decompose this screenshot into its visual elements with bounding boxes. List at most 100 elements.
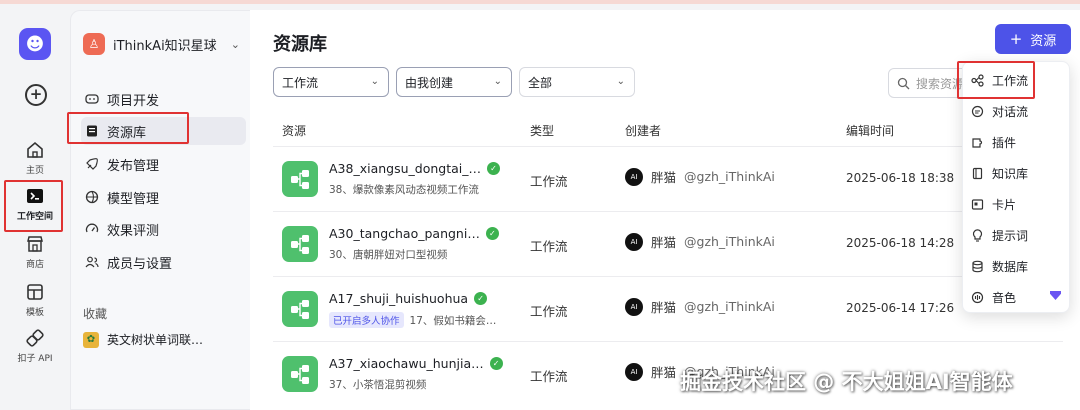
space-switcher[interactable]: ♙ iThinkAi知识星球 ⌄	[83, 33, 240, 55]
top-accent-line	[0, 0, 1080, 4]
rail-item-store[interactable]: 商店	[0, 234, 70, 270]
search-input[interactable]: 搜索资源	[888, 68, 968, 98]
favorite-item[interactable]: ✿ 英文树状单词联…	[83, 331, 203, 348]
chevron-down-icon: ⌄	[230, 37, 240, 51]
published-check-icon: ✓	[489, 357, 503, 370]
rail-item-api[interactable]: 扣子 API	[0, 328, 70, 364]
resource-edit-time: 2025-06-18 14:28	[846, 236, 955, 250]
avatar: AI	[625, 362, 643, 381]
workflow-thumbnail-icon	[282, 356, 318, 392]
table-row[interactable]: A38_xiangsu_dongtai_… ✓ 38、爆款像素风动态视频工作流 工…	[273, 147, 1063, 211]
watermark: 掘金技术社区 @ 不大姐姐AI智能体	[680, 370, 1013, 394]
api-icon	[26, 329, 44, 347]
status-filter-select[interactable]: 全部 ⌄	[519, 67, 635, 97]
chevron-down-icon: ⌄	[493, 76, 502, 87]
type-filter-value: 工作流	[282, 75, 319, 90]
card-icon	[971, 198, 984, 210]
creator-filter-value: 由我创建	[405, 75, 454, 90]
gauge-icon	[85, 223, 99, 233]
type-filter-select[interactable]: 工作流 ⌄	[273, 67, 389, 97]
resource-type: 工作流	[530, 239, 568, 254]
add-resource-button[interactable]: + 资源	[995, 24, 1071, 54]
favorites-title: 收藏	[83, 307, 108, 321]
menu-item-knowledge[interactable]: 知识库	[963, 159, 1071, 187]
resource-desc: 38、爆款像素风动态视频工作流	[329, 184, 479, 196]
nav-item-models[interactable]: 模型管理	[81, 183, 246, 211]
chatflow-icon	[971, 105, 984, 117]
nav-label: 发布管理	[107, 158, 160, 174]
table-row[interactable]: A30_tangchao_pangni… ✓ 30、唐朝胖妞对口型视频 工作流 A…	[273, 212, 1063, 276]
menu-item-prompt[interactable]: 提示词	[963, 221, 1071, 249]
members-icon	[85, 256, 99, 268]
resource-creator: AI 胖猫 @gzh_iThinkAi	[625, 297, 775, 316]
resource-name: A37_xiaochawu_hunjia… ✓	[329, 356, 503, 371]
nav-label: 效果评测	[107, 223, 160, 239]
nav-label: 成员与设置	[107, 256, 173, 272]
nav-item-projects[interactable]: 项目开发	[81, 85, 246, 113]
nav-item-publish[interactable]: 发布管理	[81, 150, 246, 178]
highlight-box-workspace	[4, 180, 63, 232]
nav-item-evaluation[interactable]: 效果评测	[81, 215, 246, 243]
menu-item-voice[interactable]: 音色	[963, 283, 1071, 311]
add-resource-label: 资源	[1030, 33, 1057, 49]
space-name: iThinkAi知识星球	[113, 38, 217, 54]
avatar: AI	[625, 167, 643, 186]
collab-badge: 已开启多人协作	[329, 312, 404, 328]
template-icon	[27, 284, 43, 300]
table-row[interactable]: A17_shuji_huishuohua ✓ 已开启多人协作 17、假如书籍会… 工…	[273, 277, 1063, 341]
avatar: AI	[625, 232, 643, 251]
premium-gem-icon	[1050, 291, 1061, 300]
nav-item-members[interactable]: 成员与设置	[81, 248, 246, 276]
create-plus-icon[interactable]: +	[25, 84, 47, 106]
column-header-creator[interactable]: 创建者	[625, 122, 661, 139]
resource-desc: 已开启多人协作 17、假如书籍会…	[329, 312, 496, 328]
plus-icon: +	[1009, 30, 1023, 48]
menu-label: 知识库	[992, 166, 1029, 181]
resource-type: 工作流	[530, 304, 568, 319]
menu-item-chatflow[interactable]: 对话流	[963, 97, 1071, 125]
resource-desc: 37、小茶悟混剪视频	[329, 379, 427, 391]
rail-item-home[interactable]: 主页	[0, 140, 70, 176]
resource-edit-time: 2025-06-14 17:26	[846, 301, 955, 315]
rocket-icon	[86, 158, 98, 170]
tree-icon: ✿	[83, 331, 99, 348]
plugin-icon	[972, 137, 983, 148]
column-header-resource[interactable]: 资源	[282, 122, 306, 139]
resource-type: 工作流	[530, 369, 568, 384]
menu-item-database[interactable]: 数据库	[963, 252, 1071, 280]
rail-label: 主页	[25, 166, 44, 176]
bulb-icon	[972, 228, 983, 242]
rail-label: 商店	[25, 260, 44, 270]
gamepad-icon	[85, 94, 99, 104]
creator-filter-select[interactable]: 由我创建 ⌄	[396, 67, 512, 97]
published-check-icon: ✓	[487, 162, 501, 175]
column-header-type[interactable]: 类型	[530, 122, 554, 139]
favorite-label: 英文树状单词联…	[107, 333, 204, 347]
resource-type: 工作流	[530, 174, 568, 189]
space-avatar-icon: ♙	[83, 33, 105, 55]
voice-icon	[971, 291, 984, 303]
menu-label: 音色	[992, 290, 1017, 305]
main-panel: 资源库 + 资源 工作流 ⌄ 由我创建 ⌄ 全部 ⌄ 搜索资源 资源 类型 创建…	[250, 10, 1080, 410]
resource-name: A17_shuji_huishuohua ✓	[329, 291, 488, 306]
resource-name: A30_tangchao_pangni… ✓	[329, 226, 499, 241]
published-check-icon: ✓	[474, 292, 488, 305]
status-filter-value: 全部	[528, 75, 553, 90]
workflow-thumbnail-icon	[282, 226, 318, 262]
home-icon	[27, 141, 43, 158]
column-header-edit-time[interactable]: 编辑时间	[846, 122, 894, 139]
menu-label: 插件	[992, 135, 1017, 150]
resource-edit-time: 2025-06-18 18:38	[846, 171, 955, 185]
resource-creator: AI 胖猫 @gzh_iThinkAi	[625, 232, 775, 251]
chevron-down-icon: ⌄	[370, 76, 379, 87]
rail-label: 模板	[25, 308, 44, 318]
rail-item-template[interactable]: 模板	[0, 282, 70, 318]
menu-label: 提示词	[992, 228, 1029, 243]
database-icon	[972, 260, 983, 272]
avatar: AI	[625, 297, 643, 316]
rail-label: 扣子 API	[17, 354, 53, 364]
highlight-box-workflow	[957, 61, 1035, 99]
menu-item-card[interactable]: 卡片	[963, 190, 1071, 218]
menu-item-plugin[interactable]: 插件	[963, 128, 1071, 156]
coze-logo-icon[interactable]: ☻	[19, 28, 51, 60]
